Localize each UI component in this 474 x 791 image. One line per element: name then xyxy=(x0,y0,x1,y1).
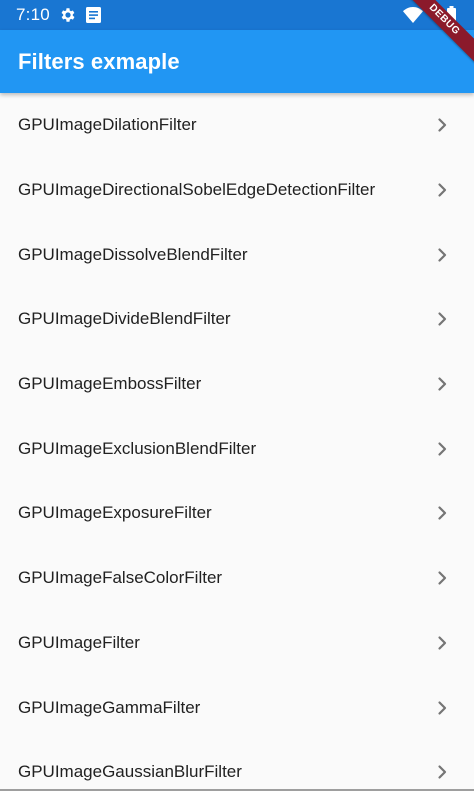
wifi-icon xyxy=(403,7,423,23)
filter-name: GPUImageDissolveBlendFilter xyxy=(18,244,248,264)
page-title: Filters exmaple xyxy=(18,49,180,74)
filter-name: GPUImageDirectionalSobelEdgeDetectionFil… xyxy=(18,180,376,200)
list-item[interactable]: GPUImageDivideBlendFilter xyxy=(0,287,474,352)
filter-name: GPUImageDilationFilter xyxy=(18,115,197,135)
battery-icon xyxy=(447,6,456,24)
chevron-right-icon xyxy=(438,377,447,391)
filter-name: GPUImageFalseColorFilter xyxy=(18,568,223,588)
chevron-right-icon xyxy=(438,183,447,197)
filter-name: GPUImageExclusionBlendFilter xyxy=(18,438,257,458)
list-item[interactable]: GPUImageDilationFilter xyxy=(0,93,474,158)
app-bar: Filters exmaple xyxy=(0,30,474,93)
chevron-right-icon xyxy=(438,248,447,262)
list-item[interactable]: GPUImageGaussianBlurFilter xyxy=(0,740,474,791)
list-item[interactable]: GPUImageExposureFilter xyxy=(0,481,474,546)
chevron-right-icon xyxy=(438,636,447,650)
chevron-right-icon xyxy=(438,442,447,456)
gear-icon xyxy=(61,8,75,22)
filter-name: GPUImageDivideBlendFilter xyxy=(18,309,231,329)
chevron-right-icon xyxy=(438,700,447,715)
list-item[interactable]: GPUImageDirectionalSobelEdgeDetectionFil… xyxy=(0,158,474,223)
status-time: 7:10 xyxy=(16,5,50,24)
list-item[interactable]: GPUImageFalseColorFilter xyxy=(0,546,474,611)
chevron-right-icon xyxy=(438,118,447,132)
filter-name: GPUImageExposureFilter xyxy=(18,503,212,523)
filter-name: GPUImageEmbossFilter xyxy=(18,374,202,394)
chevron-right-icon xyxy=(438,571,447,585)
filter-name: GPUImageFilter xyxy=(18,632,140,652)
chevron-right-icon xyxy=(438,312,447,327)
list-item[interactable]: GPUImageGammaFilter xyxy=(0,675,474,740)
filter-name: GPUImageGaussianBlurFilter xyxy=(18,762,242,782)
filter-list[interactable]: GPUImageDilationFilter GPUImageDirectiona… xyxy=(0,93,474,791)
filter-name: GPUImageGammaFilter xyxy=(18,697,201,717)
status-bar: 7:10 xyxy=(0,0,474,30)
list-item[interactable]: GPUImageEmbossFilter xyxy=(0,352,474,417)
chevron-right-icon xyxy=(438,506,447,521)
list-item[interactable]: GPUImageFilter xyxy=(0,611,474,676)
chevron-right-icon xyxy=(438,765,447,779)
notes-icon xyxy=(86,7,101,23)
list-item[interactable]: GPUImageExclusionBlendFilter xyxy=(0,416,474,481)
list-item[interactable]: GPUImageDissolveBlendFilter xyxy=(0,222,474,287)
